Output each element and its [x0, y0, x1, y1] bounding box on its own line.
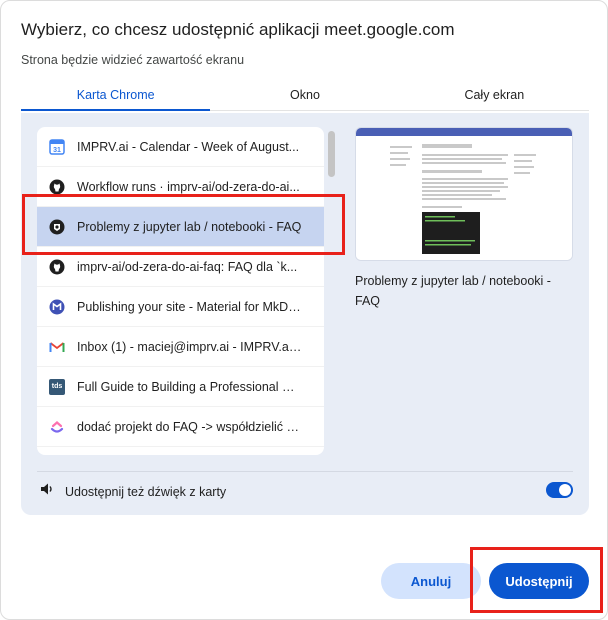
list-item[interactable]: 31 IMPRV.ai - Calendar - Week of August.… — [37, 127, 324, 167]
divider — [37, 471, 573, 472]
mkdocs-material-icon — [49, 299, 65, 315]
list-item-label: Full Guide to Building a Professional Po… — [77, 379, 302, 394]
list-item[interactable]: Problemy z jupyter lab / notebooki - FAQ — [37, 207, 324, 247]
audio-share-row: Udostępnij też dźwięk z karty — [39, 481, 226, 502]
cancel-button[interactable]: Anuluj — [381, 563, 481, 599]
speaker-icon — [39, 481, 55, 502]
preview-page-mockup — [356, 136, 572, 260]
list-item-label: dodać projekt do FAQ -> współdzielić z..… — [77, 419, 302, 434]
list-item[interactable]: Workflow runs · imprv-ai/od-zera-do-ai..… — [37, 167, 324, 207]
list-item-label: Workflow runs · imprv-ai/od-zera-do-ai..… — [77, 179, 300, 194]
clickup-icon — [49, 419, 65, 435]
dialog-title: Wybierz, co chcesz udostępnić aplikacji … — [21, 20, 455, 39]
share-screen-dialog: Wybierz, co chcesz udostępnić aplikacji … — [0, 0, 608, 620]
preview-caption: Problemy z jupyter lab / notebooki - FAQ — [355, 274, 551, 308]
tab-list-scrollbar[interactable] — [328, 127, 336, 455]
dialog-subtitle: Strona będzie widzieć zawartość ekranu — [21, 53, 245, 67]
tds-icon: tds — [49, 378, 65, 395]
audio-share-label: Udostępnij też dźwięk z karty — [65, 484, 227, 499]
tds-icon-text: tds — [51, 383, 63, 390]
preview-header-bar — [356, 128, 572, 136]
list-item-label: Inbox (1) - maciej@imprv.ai - IMPRV.ai..… — [77, 339, 302, 354]
list-item-label: Publishing your site - Material for MkDo… — [77, 299, 302, 314]
tab-entire-screen[interactable]: Cały ekran — [400, 81, 589, 110]
github-icon — [49, 259, 65, 275]
svg-text:31: 31 — [53, 147, 61, 154]
google-calendar-icon: 31 — [49, 138, 65, 155]
tab-chrome-tab[interactable]: Karta Chrome — [21, 81, 211, 111]
tab-preview-thumbnail — [355, 127, 573, 261]
source-tabs: Karta Chrome Okno Cały ekran — [21, 81, 589, 111]
list-item-label: IMPRV.ai - Calendar - Week of August... — [77, 139, 300, 154]
scroll-thumb[interactable] — [328, 131, 335, 177]
gmail-icon — [49, 339, 65, 355]
tab-list: 31 IMPRV.ai - Calendar - Week of August.… — [37, 127, 324, 455]
toggle-knob — [559, 484, 571, 496]
audio-share-toggle[interactable] — [546, 482, 573, 498]
tab-window[interactable]: Okno — [210, 81, 399, 110]
list-item[interactable]: dodać projekt do FAQ -> współdzielić z..… — [37, 407, 324, 447]
selection-panel: 31 IMPRV.ai - Calendar - Week of August.… — [21, 113, 589, 515]
github-icon — [49, 179, 65, 195]
list-item-label: Problemy z jupyter lab / notebooki - FAQ — [77, 219, 302, 234]
discourse-icon — [49, 219, 65, 235]
list-item[interactable]: Inbox (1) - maciej@imprv.ai - IMPRV.ai..… — [37, 327, 324, 367]
list-item-label: imprv-ai/od-zera-do-ai-faq: FAQ dla `k..… — [77, 259, 298, 274]
list-item[interactable]: tds Full Guide to Building a Professiona… — [37, 367, 324, 407]
list-item[interactable]: imprv-ai/od-zera-do-ai-faq: FAQ dla `k..… — [37, 247, 324, 287]
list-item[interactable]: Publishing your site - Material for MkDo… — [37, 287, 324, 327]
share-button[interactable]: Udostępnij — [489, 563, 589, 599]
